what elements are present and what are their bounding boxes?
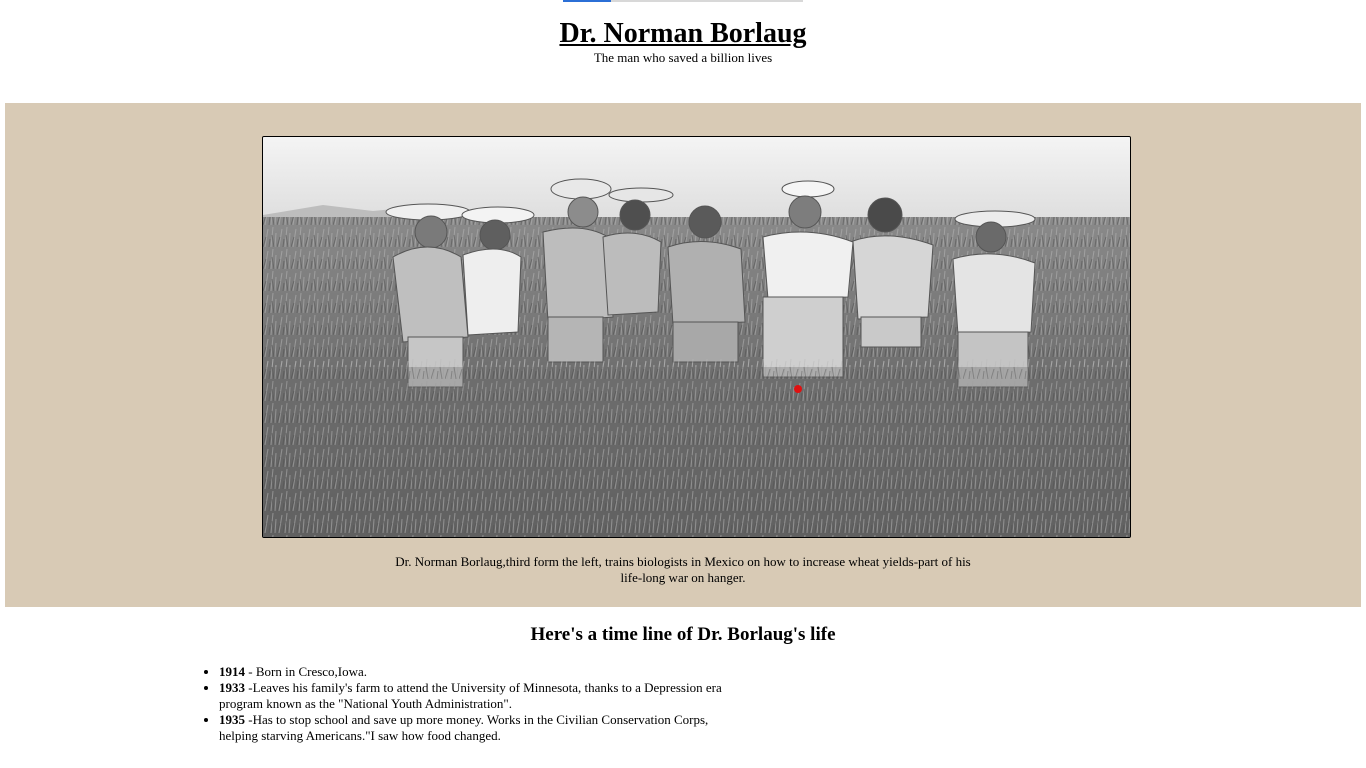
timeline-year: 1935 [219,712,245,727]
page-header: Dr. Norman Borlaug The man who saved a b… [0,17,1366,65]
hero-section: Dr. Norman Borlaug,third form the left, … [5,103,1361,607]
list-item: 1933 -Leaves his family's farm to attend… [219,680,729,712]
timeline-list: 1914 - Born in Cresco,Iowa. 1933 -Leaves… [219,664,729,744]
accent-segment [563,0,611,2]
top-accent-bar [563,0,803,2]
timeline-year: 1933 [219,680,245,695]
page-title: Dr. Norman Borlaug [559,18,807,49]
timeline-text: - Born in Cresco,Iowa. [245,664,368,679]
timeline-year: 1914 [219,664,245,679]
list-item: 1914 - Born in Cresco,Iowa. [219,664,729,680]
page-subtitle: The man who saved a billion lives [593,50,773,65]
list-item: 1935 -Has to stop school and save up mor… [219,712,729,744]
hero-photo [262,136,1131,538]
timeline-text: -Has to stop school and save up more mon… [219,712,709,743]
timeline-text: -Leaves his family's farm to attend the … [219,680,722,711]
timeline-heading: Here's a time line of Dr. Borlaug's life [530,624,836,645]
photo-caption: Dr. Norman Borlaug,third form the left, … [395,554,971,585]
